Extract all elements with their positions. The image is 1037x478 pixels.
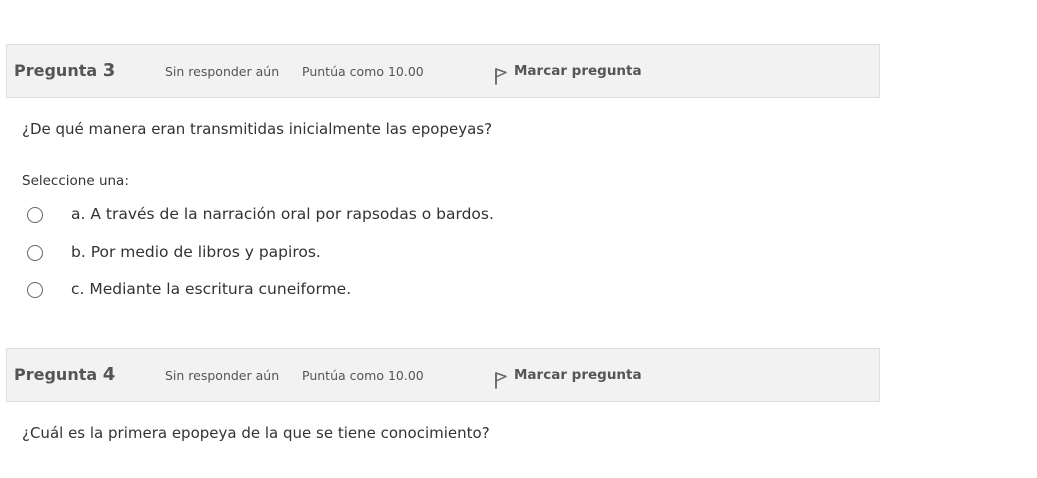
answer-prompt: Seleccione una:: [22, 173, 129, 189]
radio-button-c[interactable]: [27, 282, 43, 298]
flag-icon: [495, 372, 507, 389]
question-grade: Puntúa como 10.00: [302, 368, 424, 383]
question-number: 3: [102, 60, 116, 81]
question-4-info: Pregunta 4 Sin responder aún Puntúa como…: [6, 348, 880, 402]
flag-question-button[interactable]: Marcar pregunta: [493, 62, 642, 85]
answer-option-label[interactable]: b. Por medio de libros y papiros.: [71, 243, 321, 261]
answer-option-label[interactable]: a. A través de la narración oral por rap…: [71, 205, 494, 223]
question-state: Sin responder aún: [165, 368, 280, 383]
quiz-page: Pregunta 3 Sin responder aún Puntúa como…: [0, 0, 1037, 478]
question-text: ¿De qué manera eran transmitidas inicial…: [22, 120, 493, 138]
question-title: Pregunta 3: [14, 60, 115, 81]
flag-question-label: Marcar pregunta: [514, 63, 642, 79]
answer-option-label[interactable]: c. Mediante la escritura cuneiforme.: [71, 280, 351, 298]
question-title: Pregunta 4: [14, 364, 115, 385]
question-label: Pregunta: [14, 365, 98, 384]
radio-button-b[interactable]: [27, 245, 43, 261]
question-state: Sin responder aún: [165, 64, 280, 79]
flag-question-button[interactable]: Marcar pregunta: [493, 366, 642, 389]
question-label: Pregunta: [14, 61, 98, 80]
question-text: ¿Cuál es la primera epopeya de la que se…: [22, 424, 490, 442]
question-3-info: Pregunta 3 Sin responder aún Puntúa como…: [6, 44, 880, 98]
flag-icon: [495, 68, 507, 85]
question-number: 4: [102, 364, 116, 385]
question-grade: Puntúa como 10.00: [302, 64, 424, 79]
flag-question-label: Marcar pregunta: [514, 367, 642, 383]
radio-button-a[interactable]: [27, 207, 43, 223]
